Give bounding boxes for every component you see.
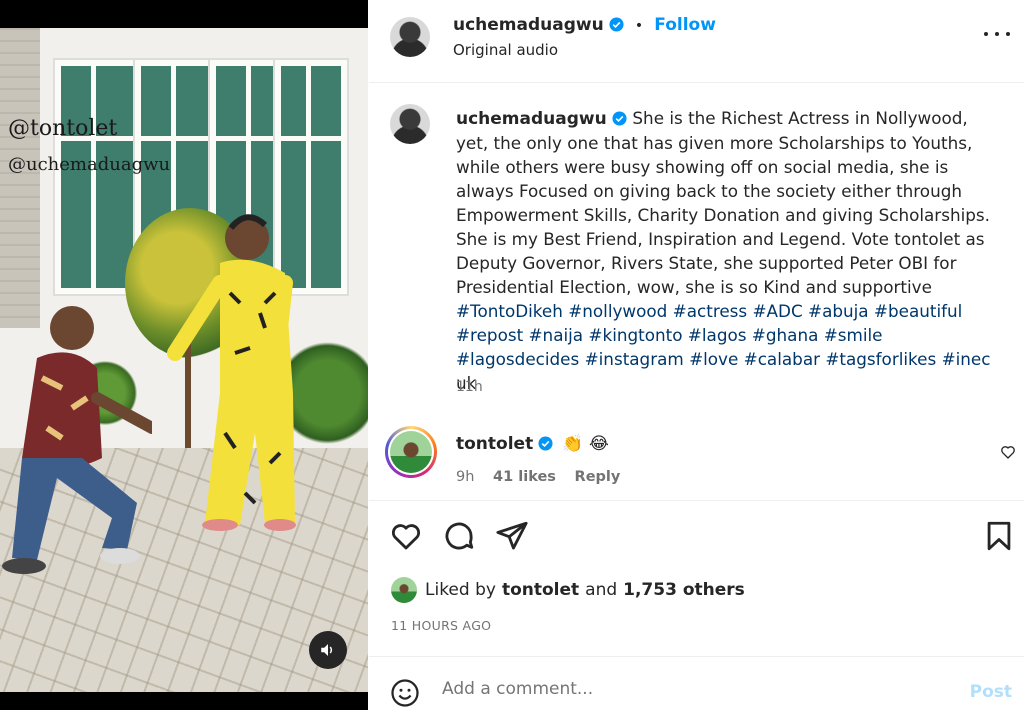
speaker-icon: [321, 644, 333, 656]
verified-badge-icon: [612, 111, 627, 126]
separator-dot: •: [634, 18, 644, 34]
comment-box-divider: [369, 656, 1024, 657]
post-media[interactable]: @tontolet @uchemaduagwu: [0, 0, 368, 710]
add-comment-bar: Post: [369, 660, 1024, 710]
likes-count[interactable]: 1,753 others: [623, 580, 745, 600]
man-figure: [2, 306, 152, 574]
comment-username[interactable]: tontolet: [456, 434, 533, 454]
verified-badge-icon: [609, 17, 624, 32]
emoji-icon[interactable]: [390, 678, 420, 708]
caption-username[interactable]: uchemaduagwu: [456, 109, 607, 129]
post-date[interactable]: 11 HOURS AGO: [391, 618, 491, 633]
caption-text: She is the Richest Actress in Nollywood,…: [456, 108, 990, 297]
liker-avatar[interactable]: [391, 577, 417, 603]
comment-bubble-icon[interactable]: [442, 519, 476, 553]
share-send-icon[interactable]: [495, 519, 529, 553]
video-frame: @tontolet @uchemaduagwu: [0, 28, 368, 692]
avatar[interactable]: [390, 17, 430, 57]
actions-divider: [369, 500, 1024, 501]
post-button[interactable]: Post: [970, 682, 1012, 702]
header-divider: [369, 82, 1024, 83]
comment-text: 👏 😂: [562, 434, 609, 454]
liked-by-prefix: Liked by: [425, 580, 496, 600]
comment-likes[interactable]: 41 likes: [493, 469, 556, 485]
watermark-primary: @tontolet: [8, 116, 118, 141]
comment-item: tontolet 👏 😂 9h 41 likes Reply: [369, 422, 1024, 500]
liker-username[interactable]: tontolet: [502, 580, 579, 600]
action-bar: [369, 515, 1024, 559]
liked-by-and: and: [585, 580, 618, 600]
liked-by-row: Liked by tontolet and 1,753 others: [391, 576, 745, 604]
audio-label[interactable]: Original audio: [453, 41, 558, 59]
header-username[interactable]: uchemaduagwu: [453, 15, 604, 35]
post-side-panel: uchemaduagwu • Follow Original audio uch…: [369, 0, 1024, 710]
caption-time[interactable]: 11h: [456, 379, 483, 395]
post-header: uchemaduagwu • Follow Original audio: [369, 0, 1024, 82]
follow-button[interactable]: Follow: [654, 15, 716, 35]
caption-avatar[interactable]: [390, 104, 430, 144]
comment-input[interactable]: [442, 679, 922, 699]
more-horizontal-icon[interactable]: [984, 28, 1010, 40]
story-ring-avatar[interactable]: [385, 426, 437, 478]
reply-button[interactable]: Reply: [575, 469, 621, 485]
caption-hashtags[interactable]: #TontoDikeh #nollywood #actress #ADC #ab…: [456, 301, 990, 369]
like-heart-icon[interactable]: [389, 519, 423, 553]
woman-figure: [167, 214, 296, 531]
verified-badge-icon: [538, 436, 553, 451]
comment-time[interactable]: 9h: [456, 469, 474, 485]
save-bookmark-icon[interactable]: [982, 519, 1016, 553]
caption: uchemaduagwu She is the Richest Actress …: [456, 106, 991, 395]
comment-like-heart-icon[interactable]: [1000, 444, 1016, 460]
watermark-secondary: @uchemaduagwu: [8, 154, 171, 175]
mute-button[interactable]: [309, 631, 347, 669]
